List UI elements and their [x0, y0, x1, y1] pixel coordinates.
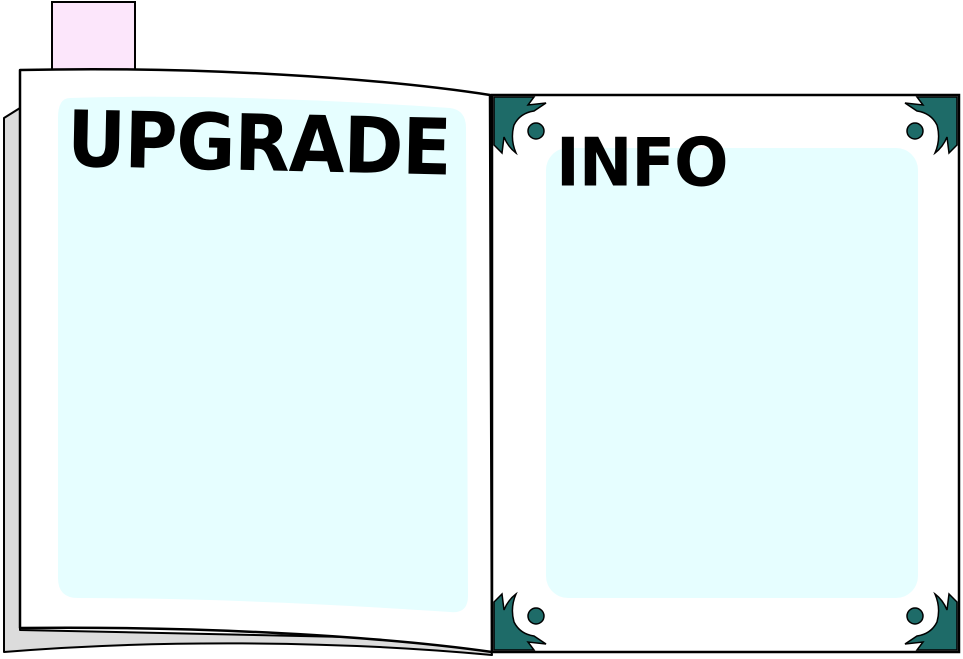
info-content-panel[interactable]	[546, 148, 918, 598]
bookmark-tab[interactable]	[51, 1, 136, 75]
upgrade-page-title: UPGRADE	[66, 93, 452, 193]
info-page-title: INFO	[556, 124, 728, 203]
